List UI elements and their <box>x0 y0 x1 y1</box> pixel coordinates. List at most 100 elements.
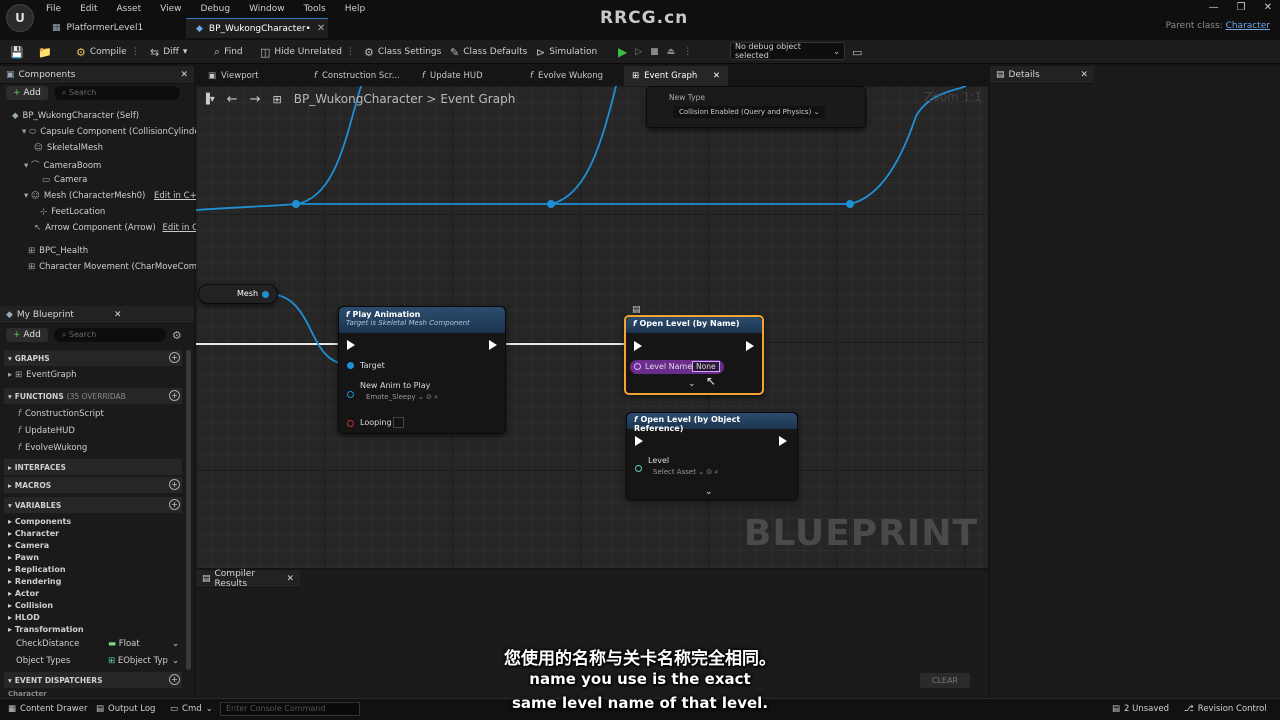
section-graphs[interactable]: ▾ GRAPHS + <box>4 350 182 366</box>
mesh-variable-node[interactable]: Mesh <box>198 284 278 304</box>
looping-checkbox[interactable] <box>393 417 404 428</box>
doc-tab-platformer-level[interactable]: ▦ PlatformerLevel1 <box>42 18 184 38</box>
debug-filter-icon[interactable]: ▭ <box>852 44 862 60</box>
forward-arrow-icon[interactable]: → <box>250 92 261 107</box>
add-variable-icon[interactable]: + <box>169 499 180 510</box>
tree-item-mesh[interactable]: ▾ ☺ Mesh (CharacterMesh0) Edit in C++ <box>24 191 204 201</box>
var-category-pawn[interactable]: ▸ Pawn <box>8 553 39 562</box>
var-category-hlod[interactable]: ▸ HLOD <box>8 613 40 622</box>
tab-viewport[interactable]: ▣ Viewport <box>200 66 267 86</box>
hide-unrelated-button[interactable]: ◫ Hide Unrelated ⋮ <box>260 44 355 60</box>
add-macro-icon[interactable]: + <box>169 479 180 490</box>
menu-file[interactable]: File <box>46 4 61 14</box>
add-function-icon[interactable]: + <box>169 390 180 401</box>
find-button[interactable]: ⌕ Find <box>214 44 243 60</box>
level-pin[interactable] <box>635 465 642 472</box>
breadcrumb-root[interactable]: BP_WukongCharacter <box>294 92 423 106</box>
close-icon[interactable]: ✕ <box>317 23 325 34</box>
exec-out-pin[interactable] <box>489 340 497 350</box>
my-blueprint-search-input[interactable]: ⌕ Search <box>53 328 166 342</box>
set-collision-node[interactable]: New Type Collision Enabled (Query and Ph… <box>646 86 866 128</box>
diff-button[interactable]: ⇆ Diff ▾ <box>150 44 187 60</box>
doc-tab-bp-wukong[interactable]: ◆ BP_WukongCharacter• ✕ <box>186 18 328 38</box>
function-item[interactable]: f EvolveWukong <box>18 443 87 453</box>
open-level-by-ref-node[interactable]: f Open Level (by Object Reference) Level … <box>626 412 798 500</box>
section-macros[interactable]: ▸ MACROS + <box>4 477 182 493</box>
menu-edit[interactable]: Edit <box>80 4 97 14</box>
tree-item-feet-location[interactable]: ⊹ FeetLocation <box>40 207 105 217</box>
close-icon[interactable]: ✕ <box>114 310 122 320</box>
level-name-input[interactable]: None <box>692 361 720 372</box>
tree-item-skeletal-mesh[interactable]: ☺ SkeletalMesh <box>34 143 103 153</box>
browse-icon[interactable]: 📁 <box>38 44 52 60</box>
tree-item-bpc-health[interactable]: ⊞ BPC_Health <box>28 246 88 256</box>
menu-debug[interactable]: Debug <box>200 4 230 14</box>
target-pin[interactable] <box>347 362 354 369</box>
step-icon[interactable]: ▷ <box>635 47 642 57</box>
var-category-replication[interactable]: ▸ Replication <box>8 565 66 574</box>
looping-pin[interactable] <box>347 420 354 427</box>
tree-item-character-movement[interactable]: ⊞ Character Movement (CharMoveComp) <box>28 262 206 272</box>
save-icon[interactable]: 💾 <box>10 44 24 60</box>
var-category-actor[interactable]: ▸ Actor <box>8 589 39 598</box>
menu-asset[interactable]: Asset <box>117 4 142 14</box>
class-settings-button[interactable]: ⚙ Class Settings <box>364 44 441 60</box>
close-icon[interactable]: ✕ <box>713 71 720 81</box>
level-name-pin[interactable] <box>634 363 641 370</box>
section-interfaces[interactable]: ▸ INTERFACES <box>4 459 182 475</box>
close-icon[interactable]: ✕ <box>286 574 294 584</box>
menu-view[interactable]: View <box>160 4 181 14</box>
section-variables[interactable]: ▾ VARIABLES + <box>4 497 182 513</box>
collision-type-select[interactable]: Collision Enabled (Query and Physics) ⌄ <box>673 106 826 118</box>
maximize-icon[interactable]: ❐ <box>1237 2 1246 13</box>
anim-asset-select[interactable]: Emote_Sleepy ⌄ ⊙ ⌕ <box>366 393 438 402</box>
close-icon[interactable]: ✕ <box>180 70 188 80</box>
menu-tools[interactable]: Tools <box>304 4 326 14</box>
expand-chevron-icon[interactable]: ⌄ <box>688 379 696 389</box>
var-category-transformation[interactable]: ▸ Transformation <box>8 625 84 634</box>
function-item[interactable]: f ConstructionScript <box>18 409 104 419</box>
graph-item-eventgraph[interactable]: ▸ ⊞ EventGraph <box>8 370 77 380</box>
class-defaults-button[interactable]: ✎ Class Defaults <box>450 44 527 60</box>
compiler-results-tab[interactable]: ▤ Compiler Results ✕ <box>196 569 300 589</box>
function-item[interactable]: f UpdateHUD <box>18 426 75 436</box>
expand-chevron-icon[interactable]: ⌄ <box>705 487 713 497</box>
tab-evolve-wukong[interactable]: f Evolve Wukong <box>522 66 611 86</box>
debug-object-select[interactable]: No debug object selected ⌄ <box>730 42 845 60</box>
close-window-icon[interactable]: ✕ <box>1264 2 1272 13</box>
compile-button[interactable]: ⚙ Compile ⋮ <box>76 44 140 60</box>
tab-construction-script[interactable]: f Construction Scr... <box>306 66 408 86</box>
minimize-icon[interactable]: — <box>1209 2 1219 13</box>
details-tab[interactable]: ▤ Details ✕ <box>990 66 1094 84</box>
level-name-pin-row[interactable]: Level Name None <box>630 360 724 374</box>
section-functions[interactable]: ▾ FUNCTIONS (35 OVERRIDAB + <box>4 388 182 404</box>
var-category-rendering[interactable]: ▸ Rendering <box>8 577 61 586</box>
event-graph-canvas[interactable]: ▐▾ ← → ⊞ BP_WukongCharacter > Event Grap… <box>196 86 988 568</box>
unreal-logo-icon[interactable]: U <box>6 4 34 32</box>
exec-in-pin[interactable] <box>634 341 642 351</box>
play-animation-node[interactable]: f Play Animation Target is Skeletal Mesh … <box>338 306 506 434</box>
exec-out-pin[interactable] <box>779 436 787 446</box>
menu-help[interactable]: Help <box>345 4 366 14</box>
add-component-button[interactable]: + Add <box>6 86 48 100</box>
tree-item-arrow[interactable]: ↖ Arrow Component (Arrow) Edit in C++ <box>34 223 212 233</box>
add-graph-icon[interactable]: + <box>169 352 180 363</box>
level-asset-select[interactable]: Select Asset ⌄ ⊙ ⌕ <box>653 468 718 477</box>
simulation-button[interactable]: ⊳ Simulation <box>536 44 597 60</box>
var-category-character[interactable]: ▸ Character <box>8 529 59 538</box>
scrollbar[interactable] <box>186 350 191 670</box>
gear-icon[interactable]: ⚙ <box>172 329 182 342</box>
add-member-button[interactable]: + Add <box>6 328 48 342</box>
anim-pin[interactable] <box>347 391 354 398</box>
bookmark-icon[interactable]: ▐▾ <box>202 94 215 105</box>
tree-item-self[interactable]: ◆ BP_WukongCharacter (Self) <box>12 111 139 121</box>
mesh-output-pin[interactable] <box>262 291 269 298</box>
tab-event-graph[interactable]: ⊞ Event Graph ✕ <box>624 66 728 86</box>
var-category-camera[interactable]: ▸ Camera <box>8 541 49 550</box>
exec-in-pin[interactable] <box>347 340 355 350</box>
components-search-input[interactable]: ⌕ Search <box>53 86 180 100</box>
back-arrow-icon[interactable]: ← <box>227 92 238 107</box>
breadcrumb-leaf[interactable]: Event Graph <box>440 92 515 106</box>
menu-window[interactable]: Window <box>249 4 285 14</box>
tree-item-camera[interactable]: ▭ Camera <box>42 175 87 185</box>
